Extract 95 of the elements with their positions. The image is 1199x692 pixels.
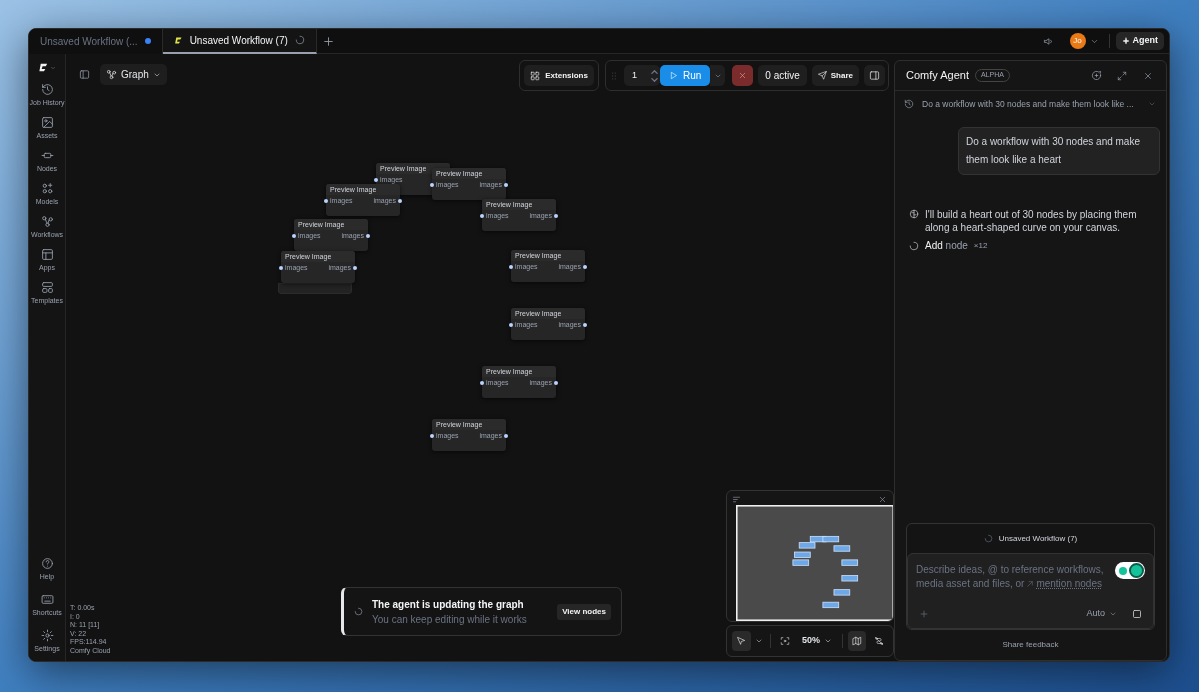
megaphone-icon xyxy=(1043,35,1054,47)
logo-icon xyxy=(173,35,183,45)
sliders-icon xyxy=(732,494,741,504)
conversation-select[interactable]: Do a workflow with 30 nodes and make them look like ... xyxy=(895,91,1166,117)
minimap-close-button[interactable] xyxy=(878,494,888,504)
output-socket-icon[interactable] xyxy=(366,233,370,238)
mention-nodes-link[interactable]: mention nodes xyxy=(1036,577,1102,591)
input-socket-icon[interactable] xyxy=(292,233,296,238)
play-icon xyxy=(668,71,678,80)
input-placeholder: Describe ideas, @ to reference workflows, xyxy=(916,563,1104,577)
panel-icon xyxy=(869,70,880,81)
workflow-icon xyxy=(106,69,117,80)
workflow-icon xyxy=(40,215,54,228)
select-tool-button[interactable] xyxy=(732,631,751,651)
chevron-icon xyxy=(1109,610,1117,618)
help-icon xyxy=(40,557,54,570)
mode-menu-button[interactable]: Auto xyxy=(1086,607,1117,621)
stop-icon xyxy=(1131,608,1143,620)
spinner-icon xyxy=(983,534,993,543)
grammar-assistant-badge[interactable] xyxy=(1115,562,1145,579)
input-socket-icon[interactable] xyxy=(480,213,484,218)
spinner-icon xyxy=(294,35,305,45)
step-count: ×12 xyxy=(973,239,988,252)
minimap[interactable] xyxy=(726,490,894,622)
plus-icon xyxy=(322,34,336,48)
input-socket-icon[interactable] xyxy=(509,322,513,327)
focus-icon xyxy=(779,636,790,646)
panel-title: Comfy Agent xyxy=(906,68,969,84)
queue-button[interactable]: 0 active xyxy=(758,65,807,86)
output-socket-icon[interactable] xyxy=(583,322,587,327)
logo-icon xyxy=(38,62,49,73)
close-icon xyxy=(1143,70,1153,81)
link-off-icon xyxy=(873,636,884,646)
shapes-icon xyxy=(40,182,54,195)
message-input[interactable]: Describe ideas, @ to reference workflows, media asset and files, or mention nodes Auto xyxy=(907,553,1154,629)
minimap-settings-button[interactable] xyxy=(732,494,742,504)
stepper-icon xyxy=(650,68,658,83)
agent-message: I'll build a heart out of 30 nodes by placing them along a heart-shaped curve on your canvas. xyxy=(925,208,1138,234)
output-socket-icon[interactable] xyxy=(554,380,558,385)
output-socket-icon[interactable] xyxy=(398,198,402,203)
output-socket-icon[interactable] xyxy=(353,265,357,270)
map-icon xyxy=(852,636,863,646)
extensions-button[interactable]: Extensions xyxy=(524,65,594,86)
chat-plus-icon xyxy=(1090,70,1102,81)
share-button[interactable]: Share xyxy=(811,65,859,86)
logo-menu-button[interactable] xyxy=(38,62,56,73)
input-socket-icon[interactable] xyxy=(279,265,283,270)
panel-icon xyxy=(78,69,90,80)
input-socket-icon[interactable] xyxy=(324,198,328,203)
workflow-tab[interactable]: Unsaved Workflow (... xyxy=(29,29,163,54)
output-socket-icon[interactable] xyxy=(504,182,508,187)
chevron-icon xyxy=(50,64,56,71)
input-socket-icon[interactable] xyxy=(509,264,513,269)
view-nodes-button[interactable]: View nodes xyxy=(557,603,611,620)
output-socket-icon[interactable] xyxy=(504,433,508,438)
step-label: Add node xyxy=(925,239,968,253)
arrow-icon xyxy=(1026,580,1035,588)
chevron-icon xyxy=(755,637,764,645)
expand-icon xyxy=(1117,70,1127,81)
right-panel-button[interactable] xyxy=(864,65,885,86)
layout-icon xyxy=(40,248,54,261)
workflow-tab[interactable]: Unsaved Workflow (7) xyxy=(162,29,317,54)
input-socket-icon[interactable] xyxy=(374,177,378,182)
minimap-toggle-button[interactable] xyxy=(847,631,867,651)
grid-icon xyxy=(530,70,541,81)
send-icon xyxy=(817,71,827,80)
pointer-icon xyxy=(736,636,747,646)
spinner-icon xyxy=(354,607,363,616)
history-icon xyxy=(40,83,54,96)
close-icon xyxy=(878,494,887,504)
node-card[interactable] xyxy=(278,283,352,294)
keyboard-icon xyxy=(40,593,54,606)
input-socket-icon[interactable] xyxy=(430,433,434,438)
templates-icon xyxy=(40,281,54,294)
batch-count-field[interactable]: 1 xyxy=(623,65,660,86)
toast-title: The agent is updating the graph xyxy=(372,597,525,612)
plus-icon xyxy=(919,609,929,619)
chevron-icon xyxy=(1148,100,1156,108)
chevron-icon xyxy=(824,637,833,645)
user-message: Do a workflow with 30 nodes and make them look like a heart xyxy=(958,127,1160,175)
image-icon xyxy=(40,116,54,129)
zoom-menu-button[interactable]: 50% xyxy=(797,631,838,651)
input-socket-icon[interactable] xyxy=(430,182,434,187)
share-feedback-link[interactable]: Share feedback xyxy=(1002,639,1059,651)
settings-icon xyxy=(40,629,54,642)
agent-button[interactable]: Agent xyxy=(1115,32,1164,50)
graph-menu-button[interactable]: Graph xyxy=(100,64,167,85)
history-icon xyxy=(904,99,914,109)
close-icon xyxy=(738,71,748,80)
output-socket-icon[interactable] xyxy=(554,213,558,218)
input-placeholder: media asset and files, or xyxy=(916,577,1025,591)
toast-subtitle: You can keep editing while it works xyxy=(372,612,528,627)
context-label: Unsaved Workflow (7) xyxy=(998,532,1078,545)
input-socket-icon[interactable] xyxy=(480,380,484,385)
output-socket-icon[interactable] xyxy=(583,264,587,269)
